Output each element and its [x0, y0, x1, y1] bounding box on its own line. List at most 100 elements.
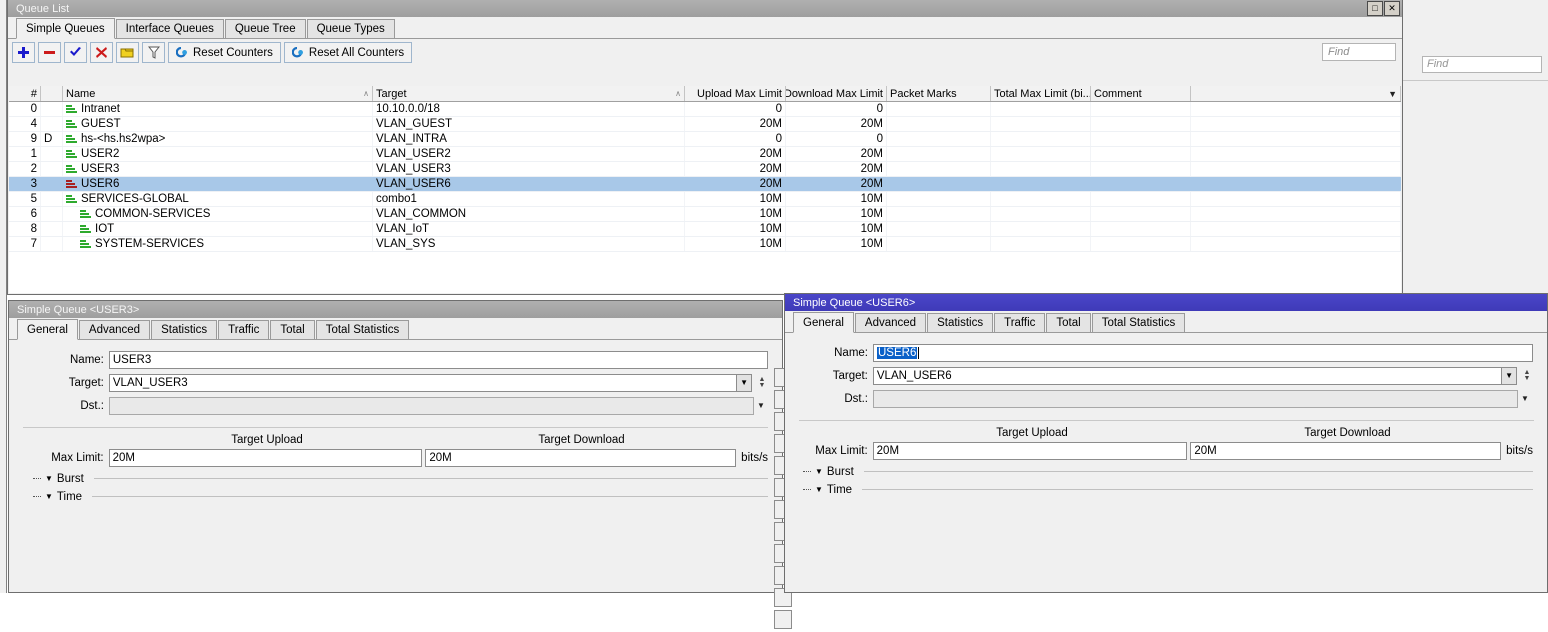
- close-icon[interactable]: ✕: [1384, 1, 1400, 16]
- cell-packet-marks: [887, 147, 991, 161]
- maximize-icon[interactable]: □: [1367, 1, 1383, 16]
- user3-target-input[interactable]: VLAN_USER3: [109, 374, 737, 392]
- cell-blank: [1191, 117, 1401, 131]
- user6-burst-section[interactable]: ▼ Burst: [803, 464, 1533, 479]
- user6-max-limit-upload-input[interactable]: 20M: [873, 442, 1188, 460]
- cell-total-max-limit-bi: [991, 177, 1091, 191]
- user3-tab-traffic[interactable]: Traffic: [218, 320, 269, 339]
- user3-burst-section[interactable]: ▼ Burst: [33, 471, 768, 486]
- search-input[interactable]: Find: [1322, 43, 1396, 61]
- table-row[interactable]: 1USER2VLAN_USER220M20M: [9, 147, 1401, 162]
- user6-dst-label: Dst.:: [785, 393, 873, 405]
- user6-time-section[interactable]: ▼ Time: [803, 482, 1533, 497]
- user3-side-button-12[interactable]: [774, 610, 792, 629]
- user3-name-input[interactable]: USER3: [109, 351, 768, 369]
- filter-button[interactable]: [142, 42, 165, 63]
- cell-name-text: GUEST: [81, 118, 121, 130]
- tab-simple-queues[interactable]: Simple Queues: [16, 18, 115, 39]
- simple-queue-user6-dialog: Simple Queue <USER6> General Advanced St…: [784, 293, 1548, 593]
- cell-blank: [1191, 162, 1401, 176]
- user6-tab-general[interactable]: General: [793, 312, 854, 333]
- cell-packet-marks: [887, 102, 991, 116]
- tab-queue-tree[interactable]: Queue Tree: [225, 19, 306, 38]
- queue-icon: [80, 240, 91, 249]
- table-row[interactable]: 6COMMON-SERVICESVLAN_COMMON10M10M: [9, 207, 1401, 222]
- user6-name-input[interactable]: USER6: [873, 344, 1533, 362]
- user6-max-limit-download-input[interactable]: 20M: [1190, 442, 1501, 460]
- column-header-name[interactable]: Name∧: [63, 86, 373, 101]
- remove-button[interactable]: [38, 42, 61, 63]
- cell-target: VLAN_COMMON: [373, 207, 685, 221]
- comment-button[interactable]: [116, 42, 139, 63]
- tab-queue-types[interactable]: Queue Types: [307, 19, 395, 38]
- column-header-[interactable]: #: [9, 86, 41, 101]
- table-row[interactable]: 0Intranet10.10.0.0/1800: [9, 102, 1401, 117]
- table-row[interactable]: 5SERVICES-GLOBALcombo110M10M: [9, 192, 1401, 207]
- user3-target-upload-header: Target Upload: [109, 434, 425, 446]
- user6-tab-total-statistics[interactable]: Total Statistics: [1092, 313, 1186, 332]
- user3-dst-chevron-down-icon[interactable]: ▼: [754, 401, 768, 410]
- add-button[interactable]: [12, 42, 35, 63]
- user3-tab-total[interactable]: Total: [270, 320, 314, 339]
- disable-button[interactable]: [90, 42, 113, 63]
- column-header-comment[interactable]: Comment: [1091, 86, 1191, 101]
- simple-queue-user3-dialog: Simple Queue <USER3> General Advanced St…: [8, 300, 783, 593]
- user6-burst-chevron-down-icon[interactable]: ▼: [815, 467, 823, 476]
- user3-max-limit-download-input[interactable]: 20M: [425, 449, 736, 467]
- user3-tab-statistics[interactable]: Statistics: [151, 320, 217, 339]
- queue-list-toolbar: Reset Counters Reset All Counters Find: [8, 39, 1402, 66]
- user6-tab-total[interactable]: Total: [1046, 313, 1090, 332]
- user6-burst-label: Burst: [827, 466, 854, 478]
- enable-button[interactable]: [64, 42, 87, 63]
- cell-name: COMMON-SERVICES: [63, 207, 373, 221]
- user3-target-spinner[interactable]: ▲▼: [756, 374, 768, 392]
- column-header-target[interactable]: Target∧: [373, 86, 685, 101]
- table-row[interactable]: 2USER3VLAN_USER320M20M: [9, 162, 1401, 177]
- user3-time-chevron-down-icon[interactable]: ▼: [45, 492, 53, 501]
- user3-dst-input[interactable]: [109, 397, 754, 415]
- background-find-input[interactable]: Find: [1422, 56, 1542, 73]
- cell-: 4: [9, 117, 41, 131]
- user3-tab-total-statistics[interactable]: Total Statistics: [316, 320, 410, 339]
- table-body: 0Intranet10.10.0.0/18004GUESTVLAN_GUEST2…: [9, 102, 1401, 252]
- table-row[interactable]: 8IOTVLAN_IoT10M10M: [9, 222, 1401, 237]
- column-header-total-max-limit-bi[interactable]: Total Max Limit (bi...: [991, 86, 1091, 101]
- cell-download-max-limit: 0: [786, 102, 887, 116]
- cell-total-max-limit-bi: [991, 147, 1091, 161]
- column-header-upload-max-limit[interactable]: Upload Max Limit: [685, 86, 786, 101]
- user3-target-dropdown-icon[interactable]: ▼: [737, 374, 752, 392]
- table-row[interactable]: 9Dhs-<hs.hs2wpa>VLAN_INTRA00: [9, 132, 1401, 147]
- column-header-blank[interactable]: [41, 86, 63, 101]
- cell-blank: [41, 162, 63, 176]
- column-header-packet-marks[interactable]: Packet Marks: [887, 86, 991, 101]
- user6-dst-input[interactable]: [873, 390, 1518, 408]
- user6-dst-chevron-down-icon[interactable]: ▼: [1518, 394, 1532, 403]
- user3-tab-advanced[interactable]: Advanced: [79, 320, 150, 339]
- table-row[interactable]: 4GUESTVLAN_GUEST20M20M: [9, 117, 1401, 132]
- queue-list-window: Queue List □ ✕ Simple Queues Interface Q…: [7, 0, 1403, 295]
- user3-tab-general[interactable]: General: [17, 319, 78, 340]
- column-header-download-max-limit[interactable]: Download Max Limit: [786, 86, 887, 101]
- user3-max-limit-upload-input[interactable]: 20M: [109, 449, 423, 467]
- reset-counters-button[interactable]: Reset Counters: [168, 42, 281, 63]
- user3-burst-chevron-down-icon[interactable]: ▼: [45, 474, 53, 483]
- reset-all-counters-button[interactable]: Reset All Counters: [284, 42, 412, 63]
- column-header-blank[interactable]: ▼: [1191, 86, 1401, 101]
- user6-tab-traffic[interactable]: Traffic: [994, 313, 1045, 332]
- user6-tab-advanced[interactable]: Advanced: [855, 313, 926, 332]
- user3-time-section[interactable]: ▼ Time: [33, 489, 768, 504]
- tab-interface-queues[interactable]: Interface Queues: [116, 19, 224, 38]
- cell-packet-marks: [887, 207, 991, 221]
- table-row[interactable]: 3USER6VLAN_USER620M20M: [9, 177, 1401, 192]
- cell-packet-marks: [887, 192, 991, 206]
- cell-upload-max-limit: 20M: [685, 147, 786, 161]
- table-row[interactable]: 7SYSTEM-SERVICESVLAN_SYS10M10M: [9, 237, 1401, 252]
- user6-target-download-header: Target Download: [1191, 427, 1504, 439]
- user6-target-spinner[interactable]: ▲▼: [1521, 367, 1533, 385]
- user6-target-dropdown-icon[interactable]: ▼: [1502, 367, 1517, 385]
- user6-dialog-title: Simple Queue <USER6>: [793, 297, 1545, 309]
- user6-time-chevron-down-icon[interactable]: ▼: [815, 485, 823, 494]
- user6-tab-statistics[interactable]: Statistics: [927, 313, 993, 332]
- user6-target-input[interactable]: VLAN_USER6: [873, 367, 1502, 385]
- background-window-left-sliver: [0, 0, 7, 593]
